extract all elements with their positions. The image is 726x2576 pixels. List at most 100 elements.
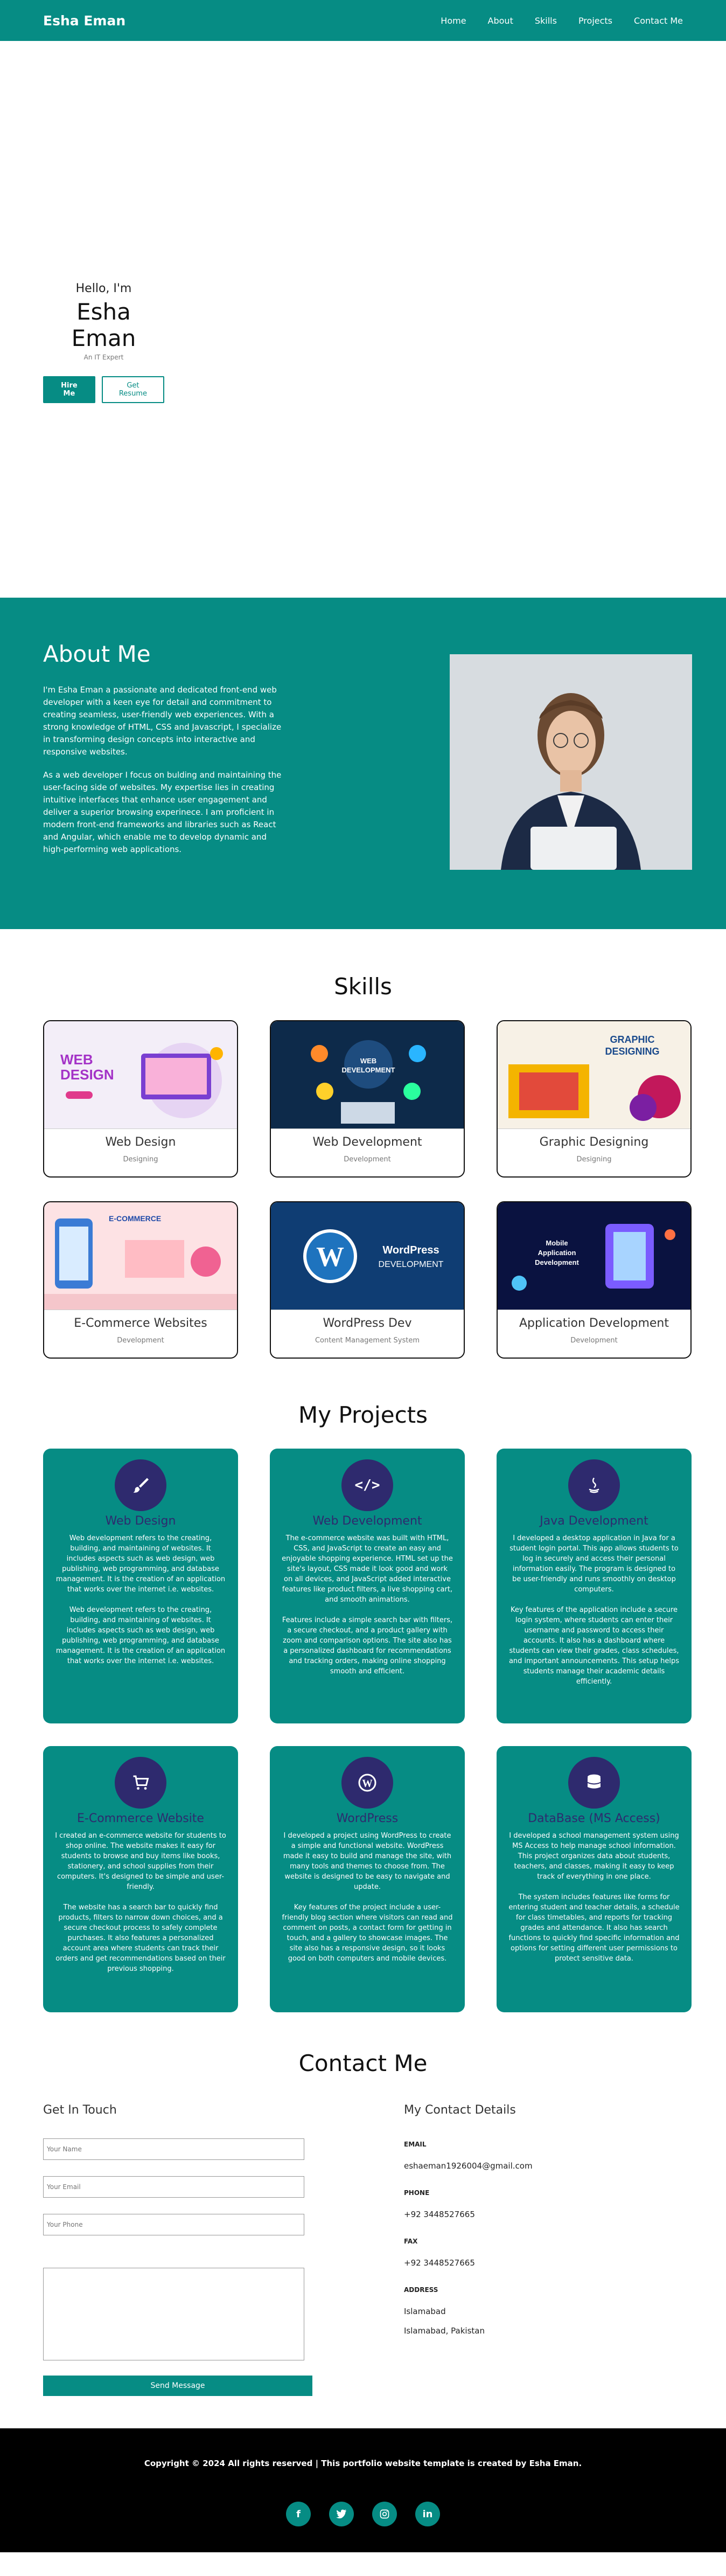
java-icon [568,1459,620,1511]
svg-text:DESIGN: DESIGN [60,1067,114,1083]
skill-card[interactable]: E-COMMERCE E-Commerce Websites Developme… [43,1201,238,1359]
svg-text:E-COMMERCE: E-COMMERCE [109,1214,161,1223]
skill-title: Application Development [519,1317,669,1330]
contact-details: My Contact Details EMAIL eshaeman1926004… [404,2103,683,2396]
svg-text:WEB: WEB [60,1051,93,1068]
email-label: EMAIL [404,2141,427,2148]
projects-section: My Projects Web Design Web development r… [0,1402,726,2050]
hero-section: Hello, I'm Esha Eman An IT Expert Hire M… [0,41,726,598]
nav-home[interactable]: Home [441,16,466,26]
skill-subtitle: Development [344,1155,391,1164]
project-desc-1: I developed a project using WordPress to… [283,1832,452,1891]
project-title: Web Development [312,1514,422,1528]
fax-value: +92 3448527665 [404,2258,475,2268]
skills-title: Skills [334,973,392,1000]
project-card[interactable]: Java Development I developed a desktop a… [497,1449,692,1723]
project-desc-1: The e-commerce website was built with HT… [282,1534,453,1604]
skill-subtitle: Development [570,1337,618,1345]
skill-card[interactable]: Mobile Application Development Application… [497,1201,692,1359]
svg-text:Mobile: Mobile [546,1239,568,1247]
nav-skills[interactable]: Skills [535,16,557,26]
skill-card[interactable]: WEB DEVELOPMENT Web Development Developme… [270,1020,465,1178]
project-title: Java Development [540,1514,648,1528]
phone-value[interactable]: +92 3448527665 [404,2210,683,2219]
svg-text:W: W [362,1778,373,1790]
phone-label: PHONE [404,2189,430,2197]
project-desc-2: The system includes features like forms … [508,1893,680,1963]
project-desc-1: I created an e-commerce website for stud… [55,1832,226,1891]
name-input[interactable] [43,2138,304,2160]
project-desc-2: Web development refers to the creating, … [55,1606,226,1665]
svg-text:DEVELOPMENT: DEVELOPMENT [342,1066,395,1074]
details-title: My Contact Details [404,2103,516,2117]
svg-text:DEVELOPMENT: DEVELOPMENT [379,1260,444,1269]
web-design-image: WEB DESIGN [44,1021,237,1129]
address-line-1: Islamabad [404,2307,446,2316]
project-desc-2: Key features of the application include … [508,1606,680,1686]
get-resume-button[interactable]: Get Resume [101,376,164,403]
project-desc-1: I developed a desktop application in Jav… [509,1534,679,1594]
project-desc-2: Key features of the project include a us… [282,1903,453,1963]
project-card[interactable]: </> Web Development The e-commerce websi… [270,1449,465,1723]
project-desc-1: I developed a school management system u… [509,1832,679,1881]
skill-title: WordPress Dev [323,1317,412,1330]
email-input[interactable] [43,2176,304,2198]
project-title: E-Commerce Website [77,1812,204,1825]
brand-logo[interactable]: Esha Eman [43,13,125,29]
nav-projects[interactable]: Projects [578,16,612,26]
message-textarea[interactable] [43,2268,304,2360]
nav-contact[interactable]: Contact Me [634,16,683,26]
instagram-icon[interactable] [372,2502,397,2526]
twitter-icon[interactable] [329,2502,354,2526]
svg-text:W: W [316,1242,344,1272]
project-card[interactable]: W WordPress I developed a project using … [270,1746,465,2012]
form-title: Get In Touch [43,2103,117,2117]
projects-title: My Projects [298,1402,428,1428]
skill-subtitle: Designing [576,1155,612,1164]
about-paragraph-1: I'm Esha Eman a passionate and dedicated… [43,685,282,757]
svg-text:Application: Application [538,1249,576,1257]
hire-me-button[interactable]: Hire Me [43,376,95,403]
contact-grid: Get In Touch Send Message My Contact Det… [43,2103,683,2396]
svg-text:GRAPHIC: GRAPHIC [610,1034,654,1045]
skill-subtitle: Designing [123,1155,158,1164]
skill-card[interactable]: GRAPHIC DESIGNING Graphic Designing Desig… [497,1020,692,1178]
fax-label: FAX [404,2238,418,2245]
send-message-button[interactable]: Send Message [43,2376,312,2396]
about-title: About Me [43,641,151,667]
project-card[interactable]: DataBase (MS Access) I developed a schoo… [497,1746,692,2012]
svg-text:WEB: WEB [360,1057,376,1065]
footer: Copyright © 2024 All rights reserved | T… [0,2428,726,2552]
project-desc-1: Web development refers to the creating, … [55,1534,226,1594]
contact-title: Contact Me [298,2050,428,2076]
skill-card[interactable]: W WordPress DEVELOPMENT WordPress Dev Cont… [270,1201,465,1359]
skills-section: Skills WEB DESIGN Web Design Designing WE… [0,929,726,1402]
linkedin-icon[interactable]: in [415,2502,440,2526]
contact-section: Contact Me Get In Touch Send Message My … [0,2050,726,2428]
ecommerce-image: E-COMMERCE [44,1202,237,1310]
about-section: About Me I'm Esha Eman a passionate and … [0,598,726,929]
project-card[interactable]: E-Commerce Website I created an e-commer… [43,1746,238,2012]
facebook-icon[interactable]: f [286,2502,311,2526]
svg-text:DESIGNING: DESIGNING [605,1046,659,1057]
phone-input[interactable] [43,2214,304,2235]
web-development-image: WEB DEVELOPMENT [271,1021,464,1129]
project-desc-2: The website has a search bar to quickly … [55,1903,226,1973]
project-card[interactable]: Web Design Web development refers to the… [43,1449,238,1723]
skill-title: Web Design [105,1135,176,1149]
contact-form: Get In Touch Send Message [43,2103,366,2396]
svg-text:WordPress: WordPress [382,1244,439,1256]
skill-card[interactable]: WEB DESIGN Web Design Designing [43,1020,238,1178]
hero-buttons: Hire Me Get Resume [43,376,164,403]
skill-subtitle: Content Management System [315,1337,420,1345]
code-icon: </> [341,1459,393,1511]
skills-grid: WEB DESIGN Web Design Designing WEB DEVELO… [43,1020,692,1359]
brush-icon [115,1459,166,1511]
cart-icon [115,1757,166,1809]
wordpress-icon: W [341,1757,393,1809]
email-value[interactable]: eshaeman1926004@gmail.com [404,2161,683,2171]
skill-title: Graphic Designing [539,1135,649,1149]
nav-about[interactable]: About [488,16,513,26]
copyright-text: Copyright © 2024 All rights reserved | T… [144,2459,582,2468]
graphic-designing-image: GRAPHIC DESIGNING [498,1021,690,1129]
